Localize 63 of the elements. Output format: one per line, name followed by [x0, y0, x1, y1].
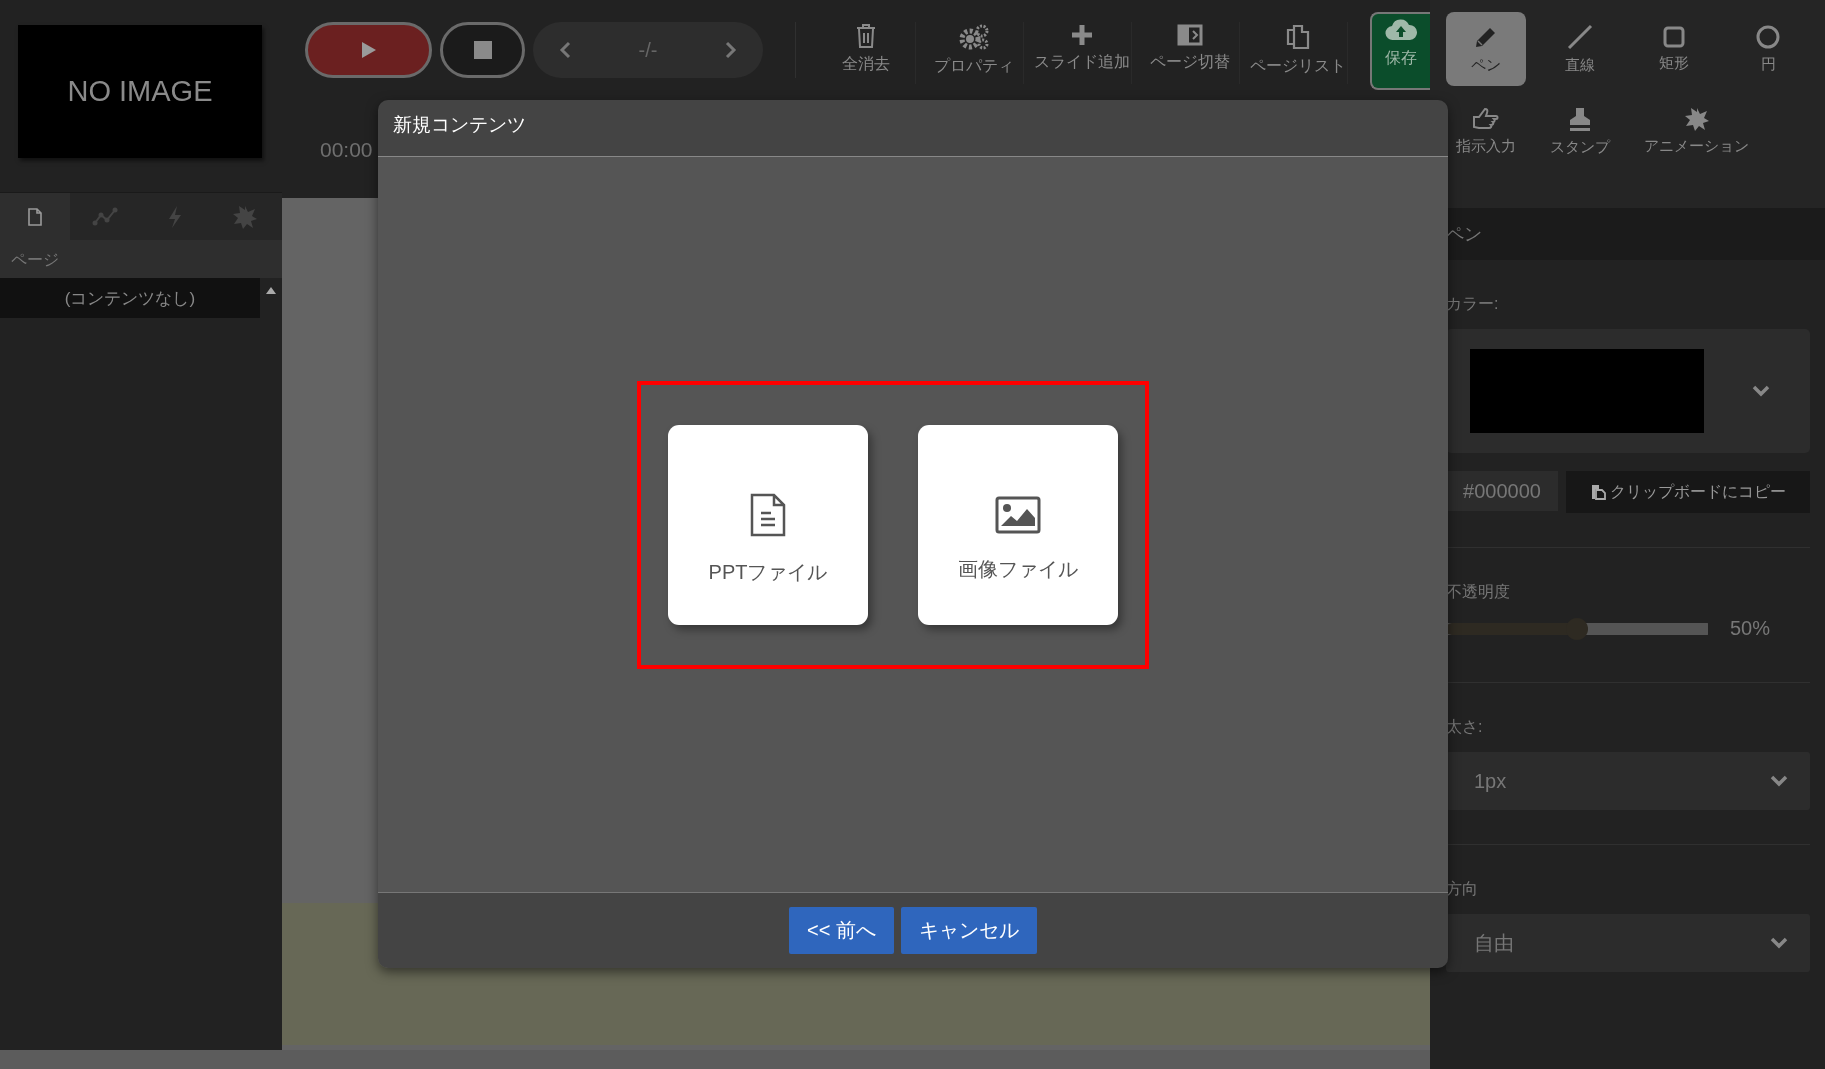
rectangle-icon [1663, 25, 1685, 48]
color-picker[interactable] [1446, 329, 1810, 453]
image-icon [995, 495, 1041, 534]
page-counter: -/- [638, 38, 658, 62]
pointing-hand-icon [1472, 106, 1500, 131]
graph-icon [92, 206, 118, 227]
tool-button[interactable]: スタンプ [1540, 94, 1620, 168]
option-card[interactable]: 画像ファイル [918, 424, 1118, 625]
gears-icon [958, 24, 989, 50]
stop-button[interactable] [440, 22, 525, 78]
scrollbar[interactable] [0, 1050, 1430, 1069]
toolbar-button[interactable]: ページ切替 [1140, 22, 1240, 84]
opacity-value: 50% [1730, 617, 1771, 640]
playback-time: 00:00 [320, 138, 373, 162]
play-icon [360, 41, 377, 59]
slider-thumb[interactable] [1566, 617, 1588, 640]
play-button[interactable] [305, 22, 432, 78]
direction-select[interactable]: 自由 [1446, 914, 1810, 972]
toolbar-button[interactable]: ページリスト [1248, 22, 1348, 84]
tool-button[interactable]: 円 [1728, 12, 1808, 86]
burst-icon [1683, 106, 1710, 131]
tool-button[interactable]: 直線 [1540, 12, 1620, 86]
toolbar-button[interactable]: スライド追加 [1032, 22, 1132, 84]
copy-icon [1284, 24, 1311, 50]
trash-icon [855, 24, 876, 48]
tool-button[interactable]: 指示入力 [1446, 94, 1526, 168]
chevron-down-icon [1752, 385, 1770, 397]
page-switch-icon [1176, 24, 1203, 46]
page-list-item[interactable]: (コンテンツなし) [0, 278, 260, 318]
plus-icon [1070, 24, 1093, 46]
burst-icon [232, 204, 258, 229]
slide-thumbnail: NO IMAGE [18, 25, 262, 158]
tool-button[interactable]: アニメーション [1634, 94, 1759, 168]
chevron-down-icon [1770, 937, 1788, 949]
sidebar-tab[interactable] [0, 193, 70, 240]
next-icon[interactable] [725, 41, 737, 59]
field-label: 方向 [1446, 879, 1479, 899]
option-card[interactable]: PPTファイル [668, 424, 868, 625]
save-button[interactable]: 保存 [1370, 12, 1430, 90]
cloud-upload-icon [1385, 18, 1417, 42]
dialog-title: 新規コンテンツ [393, 114, 526, 135]
document-icon [750, 492, 786, 537]
line-icon [1567, 23, 1593, 50]
tool-button[interactable]: ペン [1446, 12, 1526, 86]
field-label: カラー: [1446, 294, 1500, 314]
toolbar-button[interactable]: 全消去 [816, 22, 916, 84]
page-icon [27, 207, 43, 226]
toolbar-button[interactable]: プロパティ [924, 22, 1024, 84]
stop-icon [473, 41, 492, 59]
hex-field[interactable]: #000000 [1446, 471, 1558, 511]
chevron-down-icon [1770, 775, 1788, 787]
scroll-up-icon[interactable] [266, 286, 276, 294]
clipboard-icon [1590, 484, 1607, 500]
dialog-button[interactable]: キャンセル [900, 907, 1037, 954]
tool-button[interactable]: 矩形 [1634, 12, 1714, 86]
lightning-icon [167, 204, 183, 229]
section-label: ページ [0, 240, 282, 278]
width-select[interactable]: 1px [1446, 752, 1810, 810]
field-label: 太さ: [1446, 717, 1484, 737]
previous-icon[interactable] [559, 41, 571, 59]
circle-icon [1756, 24, 1780, 49]
dialog-button[interactable]: << 前へ [789, 907, 894, 954]
copy-button[interactable]: クリップボードにコピー [1566, 471, 1810, 513]
